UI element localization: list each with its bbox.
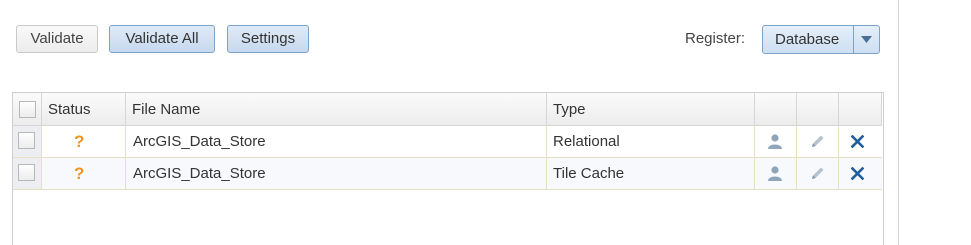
pencil-icon[interactable] (810, 134, 825, 149)
row-file-name: ArcGIS_Data_Store (133, 165, 266, 182)
row-type: Relational (553, 133, 620, 150)
close-icon[interactable] (851, 167, 864, 180)
panel-divider (898, 0, 899, 245)
row-status-cell: ? (42, 158, 126, 189)
row-user-cell (755, 158, 797, 189)
settings-button[interactable]: Settings (227, 25, 309, 53)
register-label: Register: (685, 30, 746, 47)
header-status[interactable]: Status (42, 93, 126, 125)
header-status-label: Status (48, 101, 91, 118)
register-dropdown[interactable]: Database (762, 25, 880, 54)
header-checkbox-cell (13, 93, 42, 125)
header-type-label: Type (553, 101, 586, 118)
validate-button[interactable]: Validate (16, 25, 98, 53)
select-all-checkbox[interactable] (19, 101, 36, 118)
row-edit-cell (797, 158, 839, 189)
header-delete-col (839, 93, 882, 125)
row-checkbox[interactable] (18, 132, 35, 149)
header-user-col (755, 93, 797, 125)
header-type[interactable]: Type (547, 93, 755, 125)
row-file-name-cell: ArcGIS_Data_Store (126, 126, 547, 157)
register-selected-value: Database (775, 31, 840, 48)
data-stores-table: Status File Name Type ? ArcGIS_Data_Stor… (12, 92, 884, 245)
table-row[interactable]: ? ArcGIS_Data_Store Tile Cache (13, 158, 882, 190)
row-file-name: ArcGIS_Data_Store (133, 133, 266, 150)
table-header: Status File Name Type (13, 93, 882, 126)
row-type-cell: Tile Cache (547, 158, 755, 189)
table-row[interactable]: ? ArcGIS_Data_Store Relational (13, 126, 882, 158)
header-file-name[interactable]: File Name (126, 93, 547, 125)
chevron-down-icon (861, 36, 872, 43)
row-checkbox-cell (13, 158, 42, 189)
header-edit-col (797, 93, 839, 125)
row-type-cell: Relational (547, 126, 755, 157)
register-dropdown-toggle[interactable] (853, 26, 879, 53)
row-delete-cell (839, 158, 882, 189)
row-delete-cell (839, 126, 882, 157)
question-mark-icon: ? (74, 164, 85, 183)
close-icon[interactable] (851, 135, 864, 148)
row-edit-cell (797, 126, 839, 157)
row-checkbox-cell (13, 126, 42, 157)
row-user-cell (755, 126, 797, 157)
row-status-cell: ? (42, 126, 126, 157)
header-file-name-label: File Name (132, 101, 201, 118)
question-mark-icon: ? (74, 132, 85, 151)
user-icon[interactable] (767, 134, 783, 149)
pencil-icon[interactable] (810, 166, 825, 181)
row-type: Tile Cache (553, 165, 625, 182)
row-checkbox[interactable] (18, 164, 35, 181)
validate-all-button[interactable]: Validate All (109, 25, 215, 53)
row-file-name-cell: ArcGIS_Data_Store (126, 158, 547, 189)
user-icon[interactable] (767, 166, 783, 181)
